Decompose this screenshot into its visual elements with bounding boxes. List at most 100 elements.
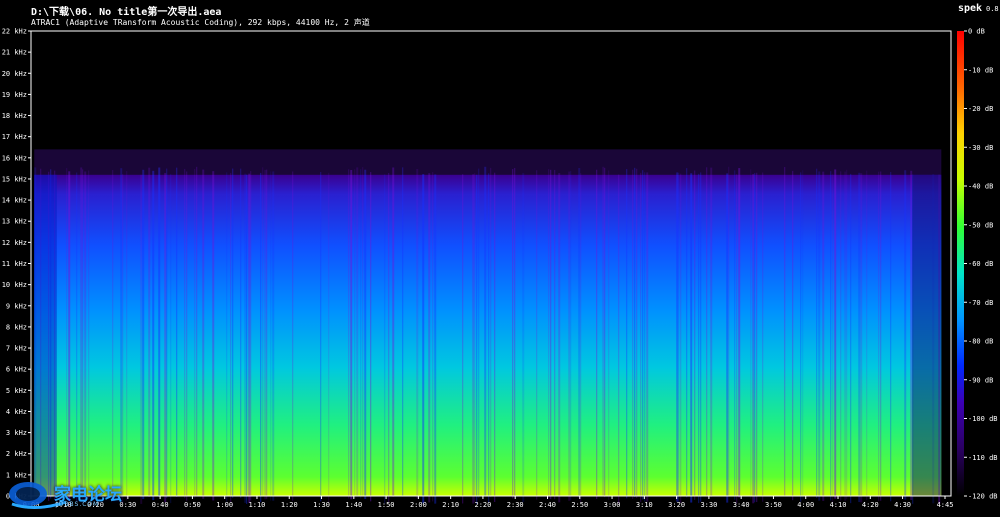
spectrogram-streak: [384, 174, 386, 504]
x-tick-label: 3:50: [765, 501, 782, 509]
spectrogram-streak: [580, 173, 582, 503]
spectrogram-streak: [706, 167, 708, 497]
x-tick-label: 2:10: [442, 501, 459, 509]
spectrogram-streak: [266, 169, 268, 499]
spectrogram-streak: [68, 171, 71, 501]
spectrogram-streak: [164, 172, 167, 503]
x-tick-label: 3:00: [604, 501, 621, 509]
spectrogram-streak: [176, 167, 178, 497]
spectrogram-streak: [558, 173, 561, 503]
spectrogram-streak: [196, 166, 198, 497]
x-tick-label: 1:40: [345, 501, 362, 509]
spectrogram-streak: [270, 171, 272, 501]
spectrogram-streak: [354, 169, 356, 499]
y-tick-label: 22 kHz: [2, 28, 27, 36]
spectrogram-streak: [348, 169, 350, 499]
spectrogram-streak: [142, 169, 145, 500]
y-tick-label: 19 kHz: [2, 91, 27, 99]
colorbar-tick-label: -70 dB: [968, 299, 993, 307]
spectrogram-streak: [850, 173, 852, 504]
spectrogram-streak: [320, 171, 322, 502]
spectrogram-streak: [462, 174, 464, 504]
spectrogram-streak: [490, 167, 492, 498]
y-tick-label: 9 kHz: [6, 302, 27, 310]
spectrogram-streak: [642, 170, 644, 500]
y-tick-label: 3 kHz: [6, 429, 27, 437]
spectrogram-intro: [34, 174, 57, 496]
spectrogram-streak: [818, 171, 821, 501]
spectrogram-streak: [170, 173, 172, 504]
spectrogram-streak: [754, 172, 756, 503]
spectrogram-streak: [246, 174, 248, 504]
x-tick-label: 2:40: [539, 501, 556, 509]
x-tick-label: 4:10: [830, 501, 847, 509]
x-tick-label: 4:30: [894, 501, 911, 509]
y-tick-label: 5 kHz: [6, 387, 27, 395]
colorbar-tick-label: -120 dB: [968, 493, 998, 501]
spectrogram-streak: [604, 167, 606, 498]
spectrogram-streak: [734, 170, 736, 500]
x-tick-label: 3:10: [636, 501, 653, 509]
colorbar-tick-label: -110 dB: [968, 454, 998, 462]
x-tick-label: 1:50: [378, 501, 395, 509]
spectrogram-streak: [634, 167, 636, 498]
spectrogram-streak: [264, 169, 267, 500]
spectrogram-streak: [120, 168, 123, 498]
x-tick-label: 2:50: [571, 501, 588, 509]
spectrogram-streak: [676, 172, 679, 502]
colorbar-gradient: [957, 31, 964, 496]
spectrogram-streak: [554, 169, 556, 500]
spectrogram-streak: [738, 168, 741, 498]
y-tick-label: 18 kHz: [2, 112, 27, 120]
colorbar: 0 dB -10 dB -20 dB -30 dB -40 dB -50 dB -60 dB…: [957, 28, 998, 501]
spectrogram-streak: [230, 172, 232, 503]
x-tick-label: 1:20: [281, 501, 298, 509]
spectrogram-streak: [762, 172, 764, 502]
spectrogram-streak: [750, 169, 752, 499]
spectrogram-streak: [432, 172, 434, 502]
spectrogram-outro: [912, 174, 942, 496]
spectrogram-streak: [844, 171, 847, 501]
y-tick-label: 12 kHz: [2, 239, 27, 247]
spectrogram-streak: [148, 167, 151, 497]
y-tick-label: 21 kHz: [2, 49, 27, 57]
x-tick-label: 3:20: [668, 501, 685, 509]
spectrogram-streak: [370, 172, 372, 502]
spectrogram-streak: [202, 169, 205, 499]
spectrogram-streak: [416, 168, 419, 499]
spectrogram-fringe: [34, 149, 942, 175]
y-tick-label: 7 kHz: [6, 345, 27, 353]
y-tick-label: 4 kHz: [6, 408, 27, 416]
spectrogram-streak: [328, 172, 330, 503]
spectrogram-streak: [548, 169, 550, 499]
spectrogram-streak: [140, 174, 143, 504]
spectrogram-streak: [680, 173, 682, 503]
spectrogram-streak: [392, 167, 395, 497]
spectrogram-streak: [752, 174, 755, 504]
spectrogram-streak: [362, 167, 364, 497]
spectrogram-streak: [678, 172, 680, 503]
y-tick-label: 11 kHz: [2, 260, 27, 268]
spectrogram-streak: [578, 168, 581, 498]
spectrogram-streak: [512, 169, 514, 499]
colorbar-tick-label: -60 dB: [968, 260, 993, 268]
spectrogram-streak: [240, 168, 242, 498]
spectrogram-streak: [194, 168, 196, 499]
y-tick-label: 17 kHz: [2, 133, 27, 141]
spectrogram-streak: [710, 167, 713, 497]
y-tick-label: 8 kHz: [6, 323, 27, 331]
spectrogram-streak: [694, 170, 696, 500]
spectrogram-streak: [292, 171, 294, 501]
spectrogram-streak: [244, 173, 247, 503]
spectrogram-streak: [422, 174, 425, 504]
x-tick-label: 0:50: [184, 501, 201, 509]
x-tick-label: 1:10: [249, 501, 266, 509]
y-tick-label: 10 kHz: [2, 281, 27, 289]
y-tick-label: 16 kHz: [2, 154, 27, 162]
spectrogram-streak: [756, 172, 758, 503]
spectrogram-streak: [816, 168, 818, 498]
spectrogram-streak: [212, 171, 215, 501]
spectrogram-streak: [350, 170, 353, 500]
spectrogram-streak: [66, 168, 68, 498]
spectrogram-streak: [126, 171, 128, 501]
